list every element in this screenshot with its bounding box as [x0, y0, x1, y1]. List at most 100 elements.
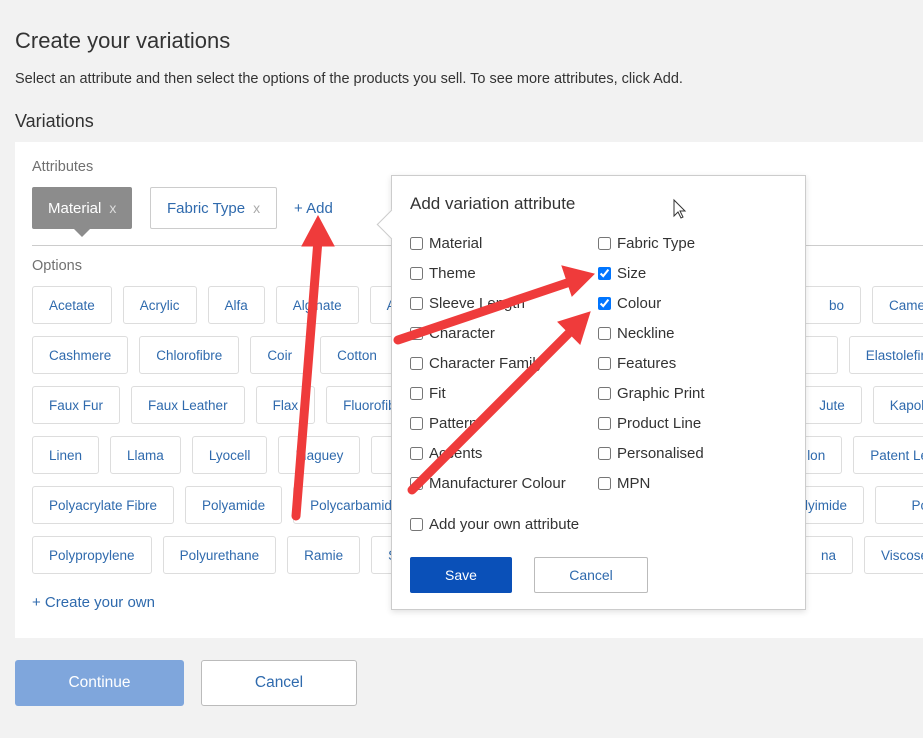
checkbox[interactable] — [410, 387, 423, 400]
checkbox[interactable] — [598, 327, 611, 340]
option-label: Product Line — [617, 415, 702, 432]
create-your-own-link[interactable]: + Create your own — [32, 594, 155, 611]
option-chip[interactable]: Polyacrylate Fibre — [32, 486, 175, 524]
attribute-option[interactable]: Sleeve Length — [410, 295, 525, 312]
checkbox[interactable] — [598, 447, 611, 460]
checkbox[interactable] — [598, 417, 611, 430]
option-chip[interactable]: Linen — [32, 436, 100, 474]
attribute-option[interactable]: Colour — [598, 295, 661, 312]
option-chip[interactable]: Faux Leather — [131, 386, 245, 424]
option-label: Fabric Type — [617, 235, 696, 252]
attribute-chip-material[interactable]: Material x — [32, 187, 133, 237]
option-chip[interactable]: Ramie — [287, 536, 361, 574]
option-chip[interactable]: Po — [875, 486, 923, 524]
checkbox[interactable] — [598, 267, 611, 280]
add-attribute-link[interactable]: + Add — [294, 200, 333, 217]
checkbox[interactable] — [410, 447, 423, 460]
option-chip[interactable]: Acrylic — [122, 286, 197, 324]
option-chip[interactable]: Elastolefin — [848, 336, 923, 374]
attribute-option[interactable]: Material — [410, 235, 482, 252]
attribute-option[interactable]: Graphic Print — [598, 385, 705, 402]
option-label: Neckline — [617, 325, 675, 342]
option-label: Features — [617, 355, 677, 372]
option-label: Character Family — [429, 355, 544, 372]
checkbox[interactable] — [410, 357, 423, 370]
attribute-option[interactable]: Product Line — [598, 415, 701, 432]
option-chip[interactable]: Coir — [250, 336, 310, 374]
popup-title: Add variation attribute — [410, 194, 576, 213]
option-chip[interactable]: Camel — [871, 286, 923, 324]
attribute-label: Material — [48, 199, 102, 217]
attribute-option[interactable]: Personalised — [598, 445, 704, 462]
option-chip[interactable]: Cashmere — [32, 336, 129, 374]
checkbox[interactable] — [598, 387, 611, 400]
save-button[interactable]: Save — [410, 557, 512, 593]
page-subtitle: Select an attribute and then select the … — [15, 71, 683, 87]
option-label: Colour — [617, 295, 662, 312]
attribute-option[interactable]: Theme — [410, 265, 476, 282]
option-chip[interactable]: Lyocell — [191, 436, 268, 474]
option-chip[interactable]: Polyurethane — [162, 536, 277, 574]
option-label: Graphic Print — [617, 385, 705, 402]
checkbox[interactable] — [410, 477, 423, 490]
options-label: Options — [32, 258, 82, 274]
options-row-right: JuteKapok — [791, 386, 923, 424]
checkbox[interactable] — [410, 267, 423, 280]
page-title: Create your variations — [15, 28, 231, 53]
option-chip[interactable]: Polypropylene — [32, 536, 152, 574]
option-chip[interactable]: Viscose — [863, 536, 923, 574]
attribute-option[interactable]: Manufacturer Colour — [410, 475, 566, 492]
option-chip[interactable]: Kapok — [872, 386, 923, 424]
checkbox[interactable] — [598, 237, 611, 250]
attribute-option[interactable]: MPN — [598, 475, 650, 492]
checkbox[interactable] — [410, 417, 423, 430]
popup-cancel-button[interactable]: Cancel — [534, 557, 648, 593]
checkbox[interactable] — [410, 327, 423, 340]
option-chip[interactable]: Chlorofibre — [139, 336, 240, 374]
checkbox[interactable] — [598, 357, 611, 370]
section-title: Variations — [15, 111, 94, 131]
attribute-option[interactable]: Size — [598, 265, 646, 282]
option-chip[interactable]: Flax — [255, 386, 316, 424]
attribute-label: Fabric Type — [167, 199, 246, 217]
options-row: PolypropylenePolyurethaneRamieS — [32, 536, 415, 574]
option-chip[interactable]: Cotton — [320, 336, 394, 374]
option-chip[interactable]: Alginate — [275, 286, 359, 324]
remove-icon[interactable]: x — [253, 200, 260, 216]
option-label: Sleeve Length — [429, 295, 525, 312]
option-chip[interactable]: Patent Le — [853, 436, 923, 474]
remove-icon[interactable]: x — [109, 200, 116, 216]
checkbox[interactable] — [598, 297, 611, 310]
attribute-option[interactable]: Character — [410, 325, 495, 342]
attributes-label: Attributes — [32, 159, 94, 175]
options-row: Faux Fur Faux Leather Flax Fluorofib — [32, 386, 413, 424]
option-chip[interactable]: Maguey — [278, 436, 361, 474]
option-label: Character — [429, 325, 495, 342]
add-variation-attribute-popup: Add variation attribute Material Theme Sle… — [391, 175, 806, 610]
attribute-option[interactable]: Pattern — [410, 415, 477, 432]
continue-button[interactable]: Continue — [15, 660, 184, 706]
attribute-option[interactable]: Fabric Type — [598, 235, 695, 252]
option-label: Add your own attribute — [429, 516, 580, 533]
attribute-option[interactable]: Character Family — [410, 355, 543, 372]
add-own-attribute-option[interactable]: Add your own attribute — [410, 516, 579, 533]
checkbox[interactable] — [598, 477, 611, 490]
option-label: Theme — [429, 265, 476, 282]
checkbox[interactable] — [410, 518, 423, 531]
checkbox[interactable] — [410, 237, 423, 250]
option-chip[interactable]: Acetate — [32, 286, 112, 324]
attribute-option[interactable]: Neckline — [598, 325, 675, 342]
option-chip[interactable]: Llama — [110, 436, 181, 474]
option-label: Pattern — [429, 415, 478, 432]
attribute-option[interactable]: Fit — [410, 385, 446, 402]
attribute-chip-fabric-type[interactable]: Fabric Type x — [150, 187, 278, 229]
attribute-option[interactable]: Features — [598, 355, 676, 372]
option-chip[interactable]: Faux Fur — [32, 386, 121, 424]
option-chip[interactable]: Polyamide — [185, 486, 283, 524]
attribute-option[interactable]: Accents — [410, 445, 482, 462]
option-chip[interactable]: Alfa — [207, 286, 265, 324]
checkbox[interactable] — [410, 297, 423, 310]
option-label: Fit — [429, 385, 446, 402]
cancel-button[interactable]: Cancel — [201, 660, 357, 706]
option-label: Size — [617, 265, 647, 282]
